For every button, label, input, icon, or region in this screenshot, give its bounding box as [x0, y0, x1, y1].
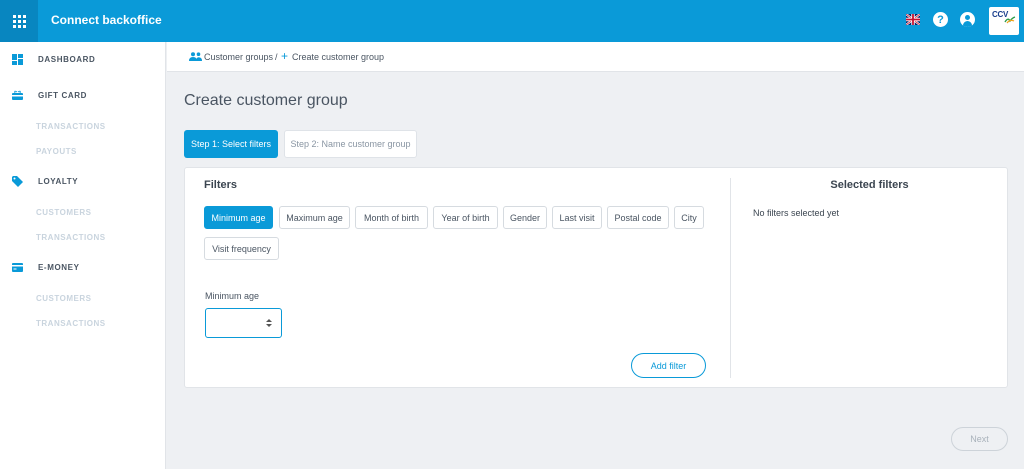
sidebar-item-label: GIFT CARD — [38, 91, 87, 100]
filter-chip-month-of-birth[interactable]: Month of birth — [355, 206, 428, 229]
logo-mark-icon — [1004, 16, 1016, 24]
card-divider — [730, 178, 731, 378]
loyalty-tag-icon — [12, 176, 23, 187]
selected-filters-heading: Selected filters — [830, 179, 909, 191]
sidebar-item-dashboard[interactable]: DASHBOARD — [0, 50, 166, 70]
sidebar-item-e-money[interactable]: E-MONEY — [0, 258, 166, 278]
filter-chip-postal-code[interactable]: Postal code — [607, 206, 669, 229]
filter-chip-last-visit[interactable]: Last visit — [552, 206, 602, 229]
gift-card-icon — [12, 90, 23, 100]
minimum-age-label: Minimum age — [205, 291, 260, 301]
sidebar-subitem-loyalty-transactions[interactable]: TRANSACTIONS — [36, 233, 106, 242]
sidebar: DASHBOARD GIFT CARD TRANSACTIONS PAYOUTS… — [0, 42, 166, 469]
apps-grid-icon[interactable] — [0, 0, 38, 42]
people-icon — [189, 52, 202, 61]
filter-chip-gender[interactable]: Gender — [503, 206, 547, 229]
sidebar-subitem-e-money-customers[interactable]: CUSTOMERS — [36, 294, 91, 303]
add-filter-button[interactable]: Add filter — [631, 353, 706, 378]
step-select-filters[interactable]: Step 1: Select filters — [184, 130, 278, 158]
top-bar: Connect backoffice ? CCV — [0, 0, 1024, 42]
filter-chip-visit-frequency[interactable]: Visit frequency — [204, 237, 279, 260]
no-filters-message: No filters selected yet — [753, 208, 840, 218]
uk-flag-icon[interactable] — [906, 14, 920, 25]
filter-chip-year-of-birth[interactable]: Year of birth — [433, 206, 498, 229]
sidebar-item-label: E-MONEY — [38, 263, 80, 272]
plus-icon: + — [281, 49, 289, 63]
ccv-logo[interactable]: CCV — [989, 7, 1019, 35]
number-stepper-icon[interactable] — [265, 318, 273, 328]
user-icon[interactable] — [960, 12, 975, 27]
credit-card-icon — [12, 263, 23, 272]
minimum-age-input[interactable] — [205, 308, 282, 338]
app-title: Connect backoffice — [51, 13, 162, 27]
filters-heading: Filters — [204, 179, 238, 191]
sidebar-item-label: LOYALTY — [38, 177, 79, 186]
step-name-customer-group[interactable]: Step 2: Name customer group — [284, 130, 417, 158]
sidebar-item-label: DASHBOARD — [38, 55, 96, 64]
filter-chip-minimum-age[interactable]: Minimum age — [204, 206, 273, 229]
sidebar-subitem-e-money-transactions[interactable]: TRANSACTIONS — [36, 319, 106, 328]
page-title: Create customer group — [184, 92, 348, 109]
sidebar-subitem-loyalty-customers[interactable]: CUSTOMERS — [36, 208, 91, 217]
dashboard-icon — [12, 54, 23, 65]
breadcrumb-current: Create customer group — [292, 52, 385, 62]
next-button[interactable]: Next — [951, 427, 1008, 451]
sidebar-subitem-gift-card-transactions[interactable]: TRANSACTIONS — [36, 122, 106, 131]
sidebar-item-loyalty[interactable]: LOYALTY — [0, 172, 166, 192]
sidebar-item-gift-card[interactable]: GIFT CARD — [0, 86, 166, 106]
filters-card: Filters Minimum age Maximum age Month of… — [184, 167, 1008, 388]
filter-chip-city[interactable]: City — [674, 206, 704, 229]
breadcrumb-link-customer-groups[interactable]: Customer groups — [204, 52, 273, 62]
breadcrumb: Customer groups / + Create customer grou… — [167, 42, 1024, 72]
help-icon[interactable]: ? — [933, 12, 948, 27]
filter-chip-maximum-age[interactable]: Maximum age — [279, 206, 350, 229]
breadcrumb-separator: / — [275, 52, 278, 62]
sidebar-subitem-gift-card-payouts[interactable]: PAYOUTS — [36, 147, 77, 156]
